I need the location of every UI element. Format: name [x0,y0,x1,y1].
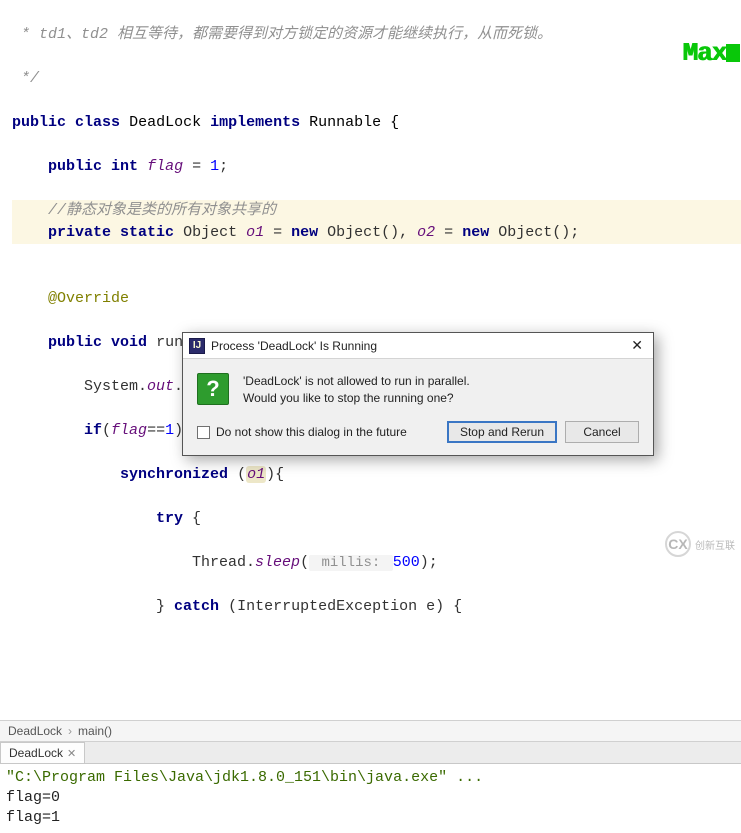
stop-and-rerun-button[interactable]: Stop and Rerun [447,421,557,443]
checkbox-label: Do not show this dialog in the future [216,425,407,439]
close-icon[interactable]: ✕ [67,747,76,760]
code-line: * td1、td2 相互等待，都需要得到对方锁定的资源才能继续执行，从而死锁。 [12,24,741,46]
dialog-message: 'DeadLock' is not allowed to run in para… [243,373,470,407]
breadcrumb-item[interactable]: main() [78,724,112,738]
console-output[interactable]: "C:\Program Files\Java\jdk1.8.0_151\bin\… [0,764,741,832]
close-icon[interactable]: ✕ [627,337,647,354]
breadcrumb[interactable]: DeadLock › main() [0,720,741,742]
code-line [12,244,741,266]
code-line: Thread.sleep( millis: 500); [12,552,741,574]
console-line: flag=1 [6,808,735,828]
intellij-icon: IJ [189,338,205,354]
chevron-right-icon: › [68,724,72,738]
question-icon: ? [197,373,229,405]
code-editor[interactable]: * td1、td2 相互等待，都需要得到对方锁定的资源才能继续执行，从而死锁。 … [0,0,741,640]
cancel-button[interactable]: Cancel [565,421,639,443]
dialog-titlebar[interactable]: IJ Process 'DeadLock' Is Running ✕ [183,333,653,359]
code-line: public class DeadLock implements Runnabl… [12,112,741,134]
code-line: private static Object o1 = new Object(),… [12,222,741,244]
code-line: synchronized (o1){ [12,464,741,486]
dialog-title: Process 'DeadLock' Is Running [211,339,377,353]
checkbox-icon[interactable] [197,426,210,439]
param-hint: millis: [309,555,393,571]
code-line: */ [12,68,741,90]
tab-label: DeadLock [9,746,63,760]
console-line: flag=0 [6,788,735,808]
code-line: try { [12,508,741,530]
code-line: @Override [12,288,741,310]
logo-icon: CX [665,531,691,557]
code-line: } catch (InterruptedException e) { [12,596,741,618]
process-running-dialog: IJ Process 'DeadLock' Is Running ✕ ? 'De… [182,332,654,456]
run-tab-deadlock[interactable]: DeadLock ✕ [0,742,85,763]
code-line: //静态对象是类的所有对象共享的 [12,200,741,222]
dont-show-checkbox[interactable]: Do not show this dialog in the future [197,425,407,439]
breadcrumb-item[interactable]: DeadLock [8,724,62,738]
console-line: "C:\Program Files\Java\jdk1.8.0_151\bin\… [6,768,735,788]
site-watermark: CX 创新互联 [665,531,735,557]
code-line: public int flag = 1; [12,156,741,178]
run-tabs: DeadLock ✕ [0,742,741,764]
